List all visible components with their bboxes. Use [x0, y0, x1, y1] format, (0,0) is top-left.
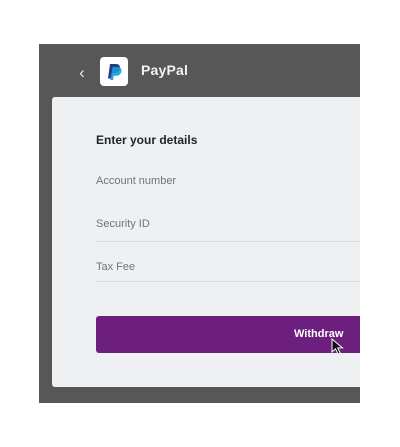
details-card: Enter your details Account number Securi…: [52, 97, 360, 387]
form-heading: Enter your details: [96, 133, 198, 147]
page-title: PayPal: [141, 62, 189, 78]
mouse-pointer-icon: [331, 338, 344, 355]
tax-fee-label: Tax Fee: [96, 261, 136, 273]
paypal-logo-icon: [100, 57, 128, 86]
account-number-label: Account number: [96, 175, 177, 187]
app-window: ‹ PayPal Enter your details Account numb…: [39, 44, 360, 403]
security-id-field[interactable]: Security ID: [96, 218, 360, 282]
withdraw-button[interactable]: Withdraw: [96, 316, 360, 355]
chevron-left-icon[interactable]: ‹: [75, 61, 89, 85]
security-id-label: Security ID: [96, 218, 150, 230]
